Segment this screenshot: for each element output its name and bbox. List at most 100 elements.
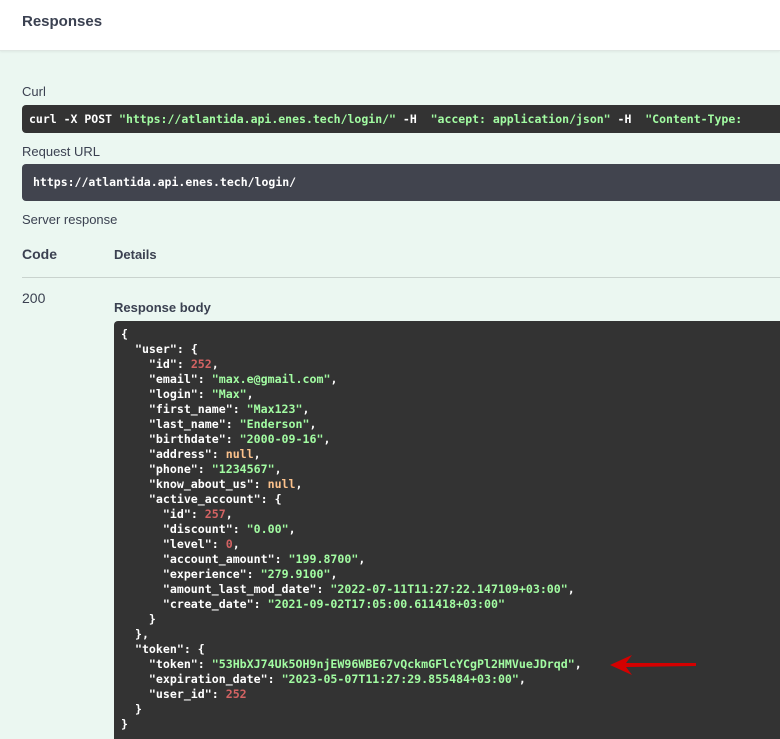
json-number: 0 — [225, 537, 233, 551]
json-line: "phone": "1234567", — [121, 462, 780, 477]
json-key: "birthdate" — [148, 432, 226, 446]
json-punct — [121, 477, 149, 491]
json-key: "token" — [134, 642, 184, 656]
curl-content-type-header: "Content-Type: — [645, 112, 750, 126]
json-key: "token" — [148, 657, 198, 671]
json-punct: , — [330, 372, 338, 386]
json-key: "create_date" — [162, 597, 254, 611]
json-string: "2023-05-07T11:27:29.855484+03:00" — [281, 672, 519, 686]
json-key: "experience" — [162, 567, 247, 581]
json-key: "account_amount" — [162, 552, 275, 566]
json-punct — [121, 537, 163, 551]
json-punct — [121, 462, 149, 476]
json-punct: , — [358, 552, 366, 566]
json-punct: : — [211, 687, 226, 701]
json-punct: , — [574, 657, 582, 671]
json-string: "2000-09-16" — [239, 432, 324, 446]
json-punct: : — [197, 387, 212, 401]
json-line: } — [121, 612, 780, 627]
json-punct: : — [176, 357, 191, 371]
json-punct: , — [295, 477, 303, 491]
json-punct: , — [567, 582, 575, 596]
json-line: "amount_last_mod_date": "2022-07-11T11:2… — [121, 582, 780, 597]
json-line: "level": 0, — [121, 537, 780, 552]
responses-title: Responses — [22, 13, 103, 30]
curl-command[interactable]: curl -X POST "https://atlantida.api.enes… — [22, 105, 780, 133]
json-punct: , — [302, 402, 310, 416]
code-column-header: Code — [22, 246, 57, 262]
json-key: "address" — [148, 447, 212, 461]
curl-url: "https://atlantida.api.enes.tech/login/" — [119, 112, 396, 126]
json-punct: : — [253, 477, 268, 491]
json-punct: , — [225, 507, 233, 521]
json-line: "last_name": "Enderson", — [121, 417, 780, 432]
json-punct — [121, 672, 149, 686]
json-line: "user": { — [121, 342, 780, 357]
json-punct: , — [211, 357, 219, 371]
json-punct: } — [121, 717, 128, 731]
curl-accept-header: "accept: application/json" — [430, 112, 611, 126]
json-line: }, — [121, 627, 780, 642]
json-string: "53HbXJ74Uk5OH9njEW96WBE67vQckmGFlcYCgPl… — [211, 657, 575, 671]
curl-prefix: curl -X POST — [29, 112, 120, 126]
json-punct — [121, 372, 149, 386]
json-line: { — [121, 327, 780, 342]
json-punct: : — [225, 432, 240, 446]
json-punct: : — [225, 417, 240, 431]
json-punct: : — [267, 672, 282, 686]
json-line: "email": "max.e@gmail.com", — [121, 372, 780, 387]
response-body[interactable]: { "user": { "id": 252, "email": "max.e@g… — [114, 321, 780, 739]
json-key: "user_id" — [148, 687, 212, 701]
json-string: "0.00" — [246, 522, 289, 536]
json-line: "user_id": 252 — [121, 687, 780, 702]
json-punct: : — [246, 567, 261, 581]
json-punct: : — [197, 657, 212, 671]
json-key: "amount_last_mod_date" — [162, 582, 317, 596]
json-line: } — [121, 702, 780, 717]
json-punct: , — [288, 522, 296, 536]
json-string: "Enderson" — [239, 417, 310, 431]
json-number: 252 — [225, 687, 247, 701]
json-punct — [121, 357, 149, 371]
json-punct — [121, 387, 149, 401]
server-response-label: Server response — [22, 212, 118, 227]
json-punct: , — [309, 417, 317, 431]
json-punct: : { — [260, 492, 282, 506]
json-number: 252 — [190, 357, 212, 371]
json-key: "discount" — [162, 522, 233, 536]
json-string: "Max" — [211, 387, 247, 401]
json-punct: , — [330, 567, 338, 581]
json-punct: , — [518, 672, 526, 686]
json-punct: : { — [183, 642, 205, 656]
json-key: "phone" — [148, 462, 198, 476]
json-punct: , — [274, 462, 282, 476]
json-punct: : — [190, 507, 205, 521]
red-arrow-annotation — [610, 655, 696, 675]
json-punct: , — [323, 432, 331, 446]
json-key: "user" — [134, 342, 177, 356]
json-punct: , — [246, 387, 254, 401]
json-punct — [121, 342, 135, 356]
json-punct: } — [121, 612, 156, 626]
json-line: "active_account": { — [121, 492, 780, 507]
json-punct — [121, 447, 149, 461]
json-number: 257 — [204, 507, 226, 521]
json-punct — [121, 552, 163, 566]
json-key: "id" — [162, 507, 191, 521]
json-punct: , — [253, 447, 261, 461]
json-key: "last_name" — [148, 417, 226, 431]
json-punct — [121, 687, 149, 701]
json-line: "account_amount": "199.8700", — [121, 552, 780, 567]
json-key: "expiration_date" — [148, 672, 268, 686]
json-key: "know_about_us" — [148, 477, 254, 491]
curl-label: Curl — [22, 84, 46, 99]
request-url-label: Request URL — [22, 144, 101, 159]
json-line: "id": 257, — [121, 507, 780, 522]
json-punct: : — [211, 447, 226, 461]
json-line: "address": null, — [121, 447, 780, 462]
json-string: "1234567" — [211, 462, 275, 476]
json-string: "2021-09-02T17:05:00.611418+03:00" — [267, 597, 505, 611]
json-null: null — [267, 477, 296, 491]
json-key: "login" — [148, 387, 198, 401]
request-url-value[interactable]: https://atlantida.api.enes.tech/login/ — [22, 164, 780, 201]
